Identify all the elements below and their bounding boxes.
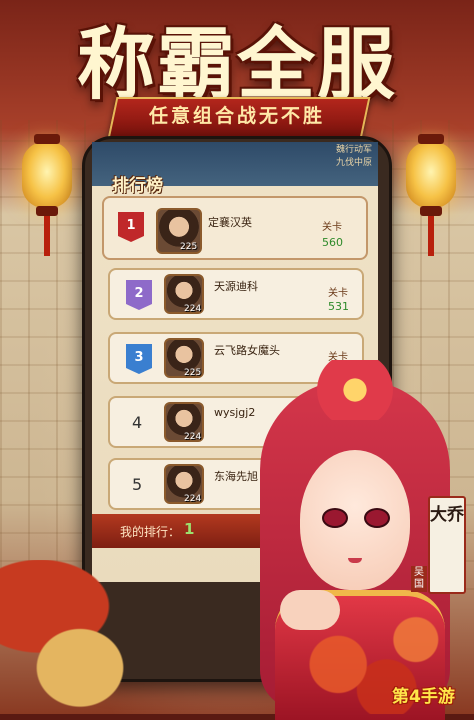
player-name: 天源迪科	[214, 280, 258, 293]
stage-label: 关卡	[322, 222, 342, 233]
top-info-line-2: 九伐中原	[335, 158, 372, 168]
stage-label: 关卡	[328, 288, 348, 299]
rank-5-number: 5	[132, 475, 143, 494]
my-rank-label: 我的排行：	[120, 525, 181, 539]
rank-1-number: 1	[126, 218, 136, 233]
right-eye	[364, 508, 390, 528]
watermark-logo: 第4手游	[392, 687, 455, 707]
player-level: 224	[184, 432, 202, 442]
rank-2-badge-icon: 2	[126, 280, 152, 310]
character-name-scroll: 大乔	[428, 496, 466, 594]
lantern-right-tassel	[428, 216, 434, 256]
rank-1-badge-icon: 1	[118, 212, 144, 242]
player-level: 225	[180, 242, 198, 252]
player-level: 224	[184, 304, 202, 314]
player-name: 定襄汉英	[208, 216, 252, 229]
player-level: 225	[184, 368, 202, 378]
screen-top-info: 魏行动军 九伐中原	[336, 144, 372, 170]
lantern-left-icon	[22, 134, 72, 216]
stage-value: 560	[322, 236, 343, 249]
leaderboard-row-2[interactable]: 2 224 天源迪科 关卡 531	[108, 268, 364, 320]
character-kingdom: 吴国	[411, 566, 427, 592]
rank-4-number: 4	[132, 413, 143, 432]
leaderboard-title: 排行榜	[112, 176, 163, 196]
hair-ornament-icon	[300, 360, 410, 420]
left-eye	[322, 508, 348, 528]
rank-2-number: 2	[134, 286, 144, 301]
rank-3-badge-icon: 3	[126, 344, 152, 374]
leaderboard-row-1[interactable]: 1 225 定襄汉英 关卡 560	[102, 196, 368, 260]
top-info-line-1: 魏行动军	[335, 145, 372, 155]
player-level: 224	[184, 494, 202, 504]
character-name: 大乔	[430, 505, 464, 525]
lantern-left-tassel	[44, 216, 50, 256]
lantern-right-icon	[406, 134, 456, 216]
character-face	[300, 450, 410, 590]
decorative-ornament	[0, 560, 200, 714]
rank-3-number: 3	[134, 350, 144, 365]
my-rank-value: 1	[184, 520, 195, 538]
mouth	[348, 558, 362, 563]
stage-value: 531	[328, 300, 349, 313]
banner-subtitle: 任意组合战无不胜	[148, 105, 325, 127]
